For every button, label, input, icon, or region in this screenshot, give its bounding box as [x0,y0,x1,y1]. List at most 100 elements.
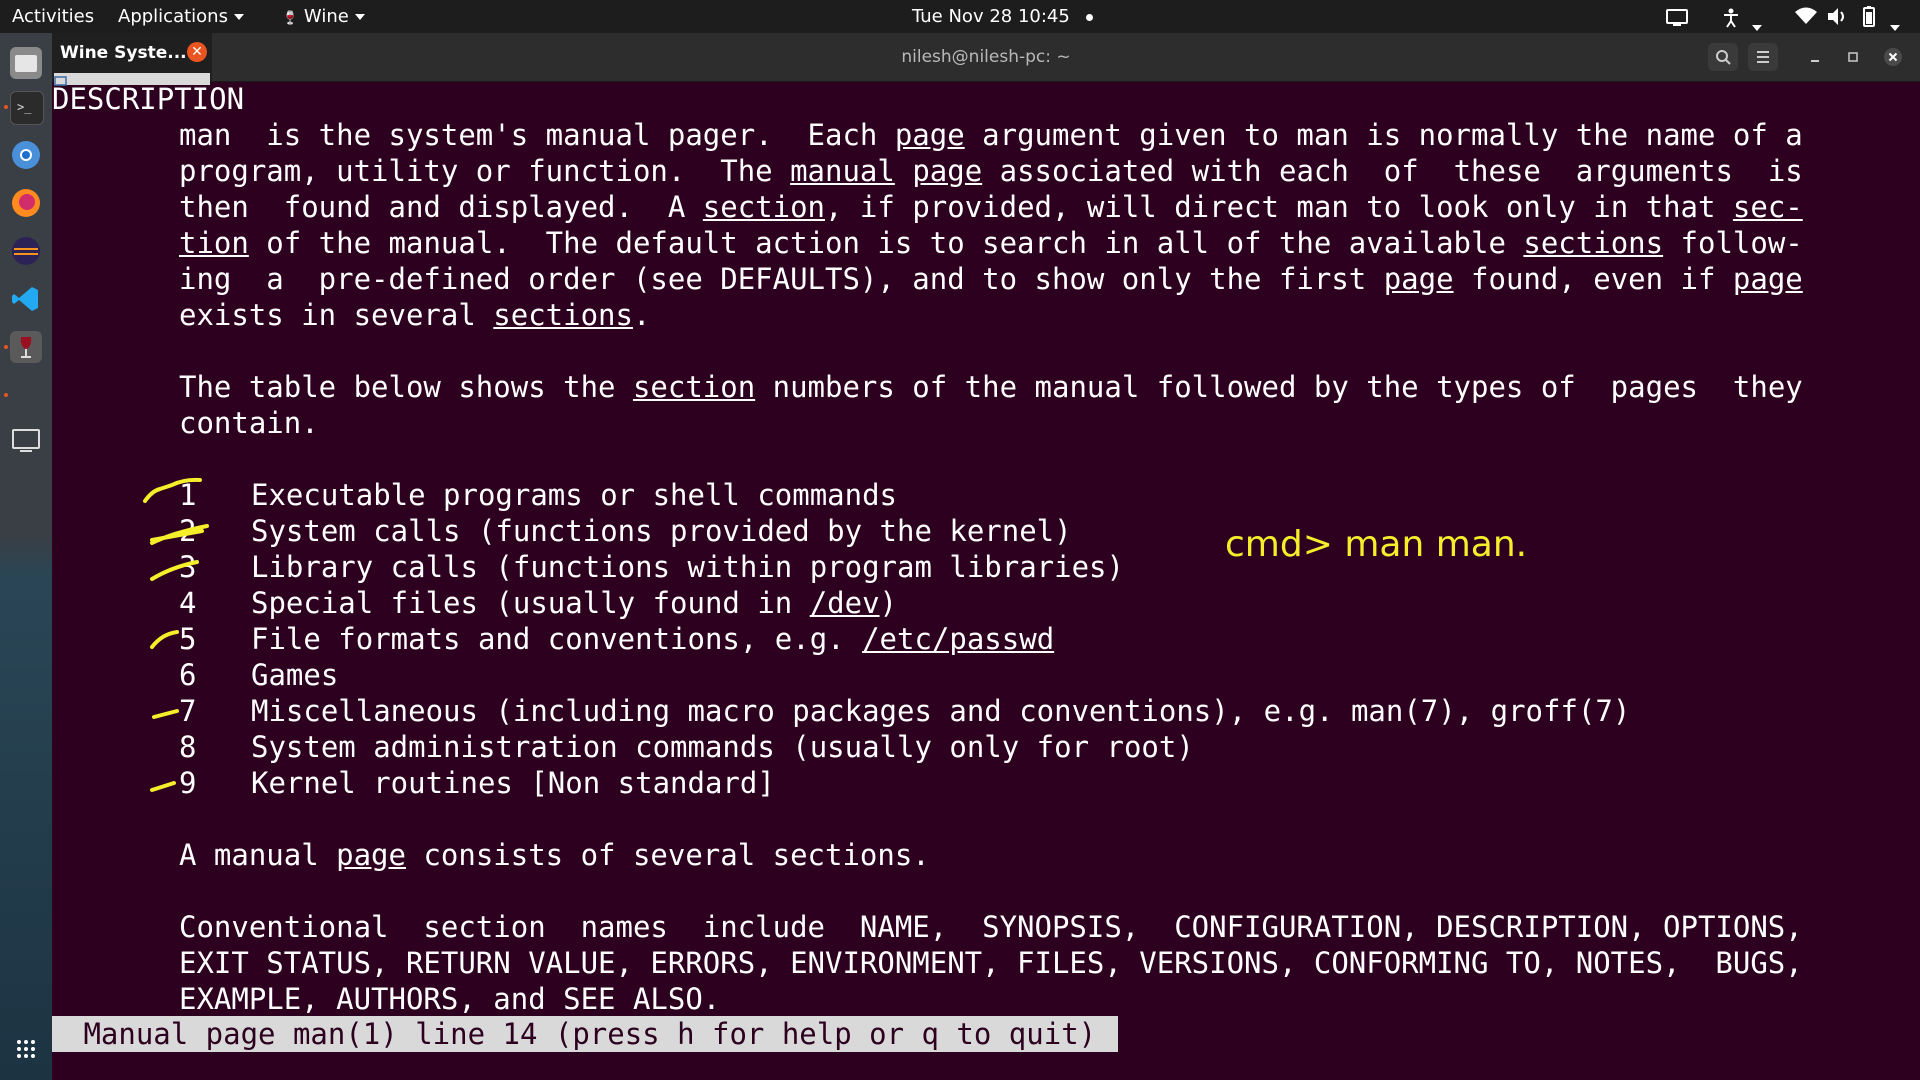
text-run: program, utility or function. The [179,154,791,188]
check-mark-icon [150,781,176,792]
menu-button[interactable] [1748,43,1778,71]
wine-tab-label: Wine Syste... [60,43,187,63]
display-icon[interactable] [1666,0,1688,33]
text-run: consists of several sections. [405,838,930,872]
close-icon[interactable]: ✕ [187,42,207,62]
app-grid-icon[interactable] [10,1033,42,1065]
chevron-down-icon [1889,25,1900,31]
eclipse-icon[interactable] [10,235,42,267]
section-number: 8 [179,729,196,765]
minimize-icon [1811,60,1819,62]
text-run: exists in several [179,298,494,332]
section-description: Kernel routines [Non standard] [251,765,775,801]
description-line: then found and displayed. A section, if … [179,189,1803,225]
section-description: Games [251,657,338,693]
text-run: 8 [179,730,197,764]
applications-label: Applications [118,6,228,27]
text-run: 9 [179,766,197,800]
description-line: exists in several sections. [179,297,650,333]
section-number: 9 [179,765,196,801]
chevron-down-icon [233,14,244,20]
title-bar[interactable]: nilesh@nilesh-pc: ~ [52,33,1920,82]
running-indicator [4,393,8,397]
underlined-term: section [702,190,826,224]
applications-menu[interactable]: Applications [118,0,244,33]
search-button[interactable] [1708,43,1738,71]
section-description: Special files (usually found in /dev) [251,585,897,621]
cursor [1100,1020,1115,1052]
section-heading: DESCRIPTION [52,81,244,117]
text-run: System calls (functions provided by the … [251,514,1072,548]
activities-button[interactable]: Activities [12,0,94,33]
clock[interactable]: Tue Nov 28 10:45 [912,0,1093,33]
handwritten-annotation: cmd> man man. [1225,524,1528,565]
section-number: 3 [179,549,196,585]
text-run: DESCRIPTION [52,82,245,116]
wine-menu[interactable]: 🍷 Wine [282,0,365,33]
text-run: EXAMPLE, AUTHORS, and SEE ALSO. [179,982,721,1016]
text-run: Executable programs or shell commands [251,478,898,512]
vscode-icon[interactable] [10,283,42,315]
check-mark-icon [150,630,179,649]
wine-icon[interactable] [10,331,42,363]
text-run: numbers of the manual followed by the ty… [755,370,1803,404]
description-line: program, utility or function. The manual… [179,153,1803,189]
monitor-icon[interactable] [10,425,42,457]
battery-icon[interactable] [1860,0,1900,33]
text-run: argument given to man is normally the na… [964,118,1803,152]
text-run: 6 [179,658,197,692]
underlined-term: manual [790,154,895,188]
section-description: Miscellaneous (including macro packages … [251,693,1630,729]
text-run: ) [879,586,898,620]
search-icon [1716,50,1731,65]
text-run: 7 [179,694,197,728]
files-icon[interactable] [10,47,42,79]
section-number: 2 [179,513,196,549]
underlined-term: sections [493,298,633,332]
chromium-icon[interactable] [10,139,42,171]
text-run [895,154,912,188]
text-run: 3 [179,550,197,584]
section-description: File formats and conventions, e.g. /etc/… [251,621,1054,657]
underlined-term: tion [179,226,249,260]
description-line: A manual page consists of several sectio… [179,837,930,873]
terminal-content[interactable]: DESCRIPTION man is the system's manual pa… [52,81,1920,1080]
text-run: associated with each of these arguments … [982,154,1803,188]
chevron-down-icon [354,14,365,20]
text-run: The table below shows the [179,370,633,404]
text-run: , if provided, will direct man to look o… [825,190,1733,224]
clock-label: Tue Nov 28 10:45 [912,6,1070,27]
description-line: Conventional section names include NAME,… [179,909,1803,945]
text-run: Conventional section names include NAME,… [179,910,1803,944]
terminal-icon[interactable]: >_ [10,91,44,125]
section-number: 1 [179,477,196,513]
description-line: tion of the manual. The default action i… [179,225,1803,261]
text-run: follow- [1663,226,1803,260]
minimize-button[interactable] [1800,43,1830,71]
text-run: EXIT STATUS, RETURN VALUE, ERRORS, ENVIR… [179,946,1803,980]
wine-glass-icon: 🍷 [282,11,299,26]
dock: >_ [0,33,53,1080]
text-run: Miscellaneous (including macro packages … [251,694,1631,728]
firefox-icon[interactable] [10,187,42,219]
text-run: then found and displayed. A [179,190,703,224]
check-mark-icon [152,709,179,719]
text-run: contain. [179,406,319,440]
wifi-icon[interactable] [1794,0,1818,33]
close-button[interactable] [1878,43,1908,71]
accessibility-icon[interactable] [1722,0,1762,33]
notification-dot-icon [1085,13,1093,21]
section-description: System calls (functions provided by the … [251,513,1072,549]
running-indicator [4,105,8,109]
text-run: found, even if [1453,262,1733,296]
description-line: The table below shows the section number… [179,369,1803,405]
wine-system-tray-tab[interactable]: Wine Syste... ✕ [52,33,212,86]
description-line: ing a pre-defined order (see DEFAULTS), … [179,261,1803,297]
text-run: A manual [179,838,337,872]
maximize-button[interactable] [1838,43,1868,71]
text-run: . [632,298,651,332]
chevron-down-icon [1751,25,1762,31]
wine-label: Wine [303,6,349,27]
volume-icon[interactable] [1826,0,1848,33]
text-run: man is the system's manual pager. Each [179,118,895,152]
